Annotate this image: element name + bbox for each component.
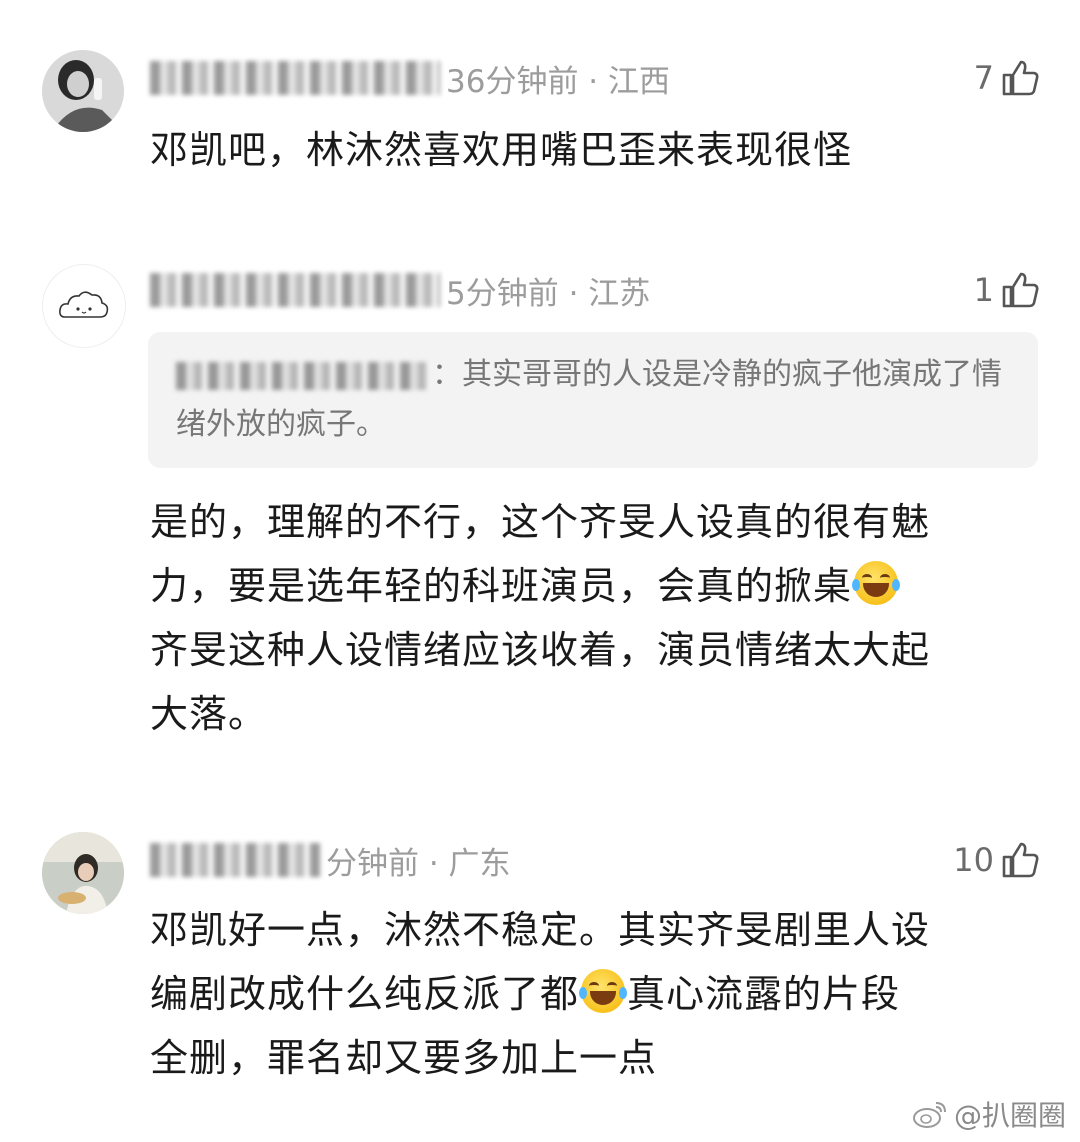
quoted-username-blurred [176, 361, 426, 390]
like-button[interactable]: 7 [974, 56, 1040, 100]
comment-line: 力，要是选年轻的科班演员，会真的掀桌 [150, 554, 1028, 618]
username-blurred[interactable] [150, 273, 440, 307]
watermark-text: @扒圈圈 [953, 1099, 1066, 1132]
avatar[interactable] [42, 50, 124, 132]
like-button[interactable]: 1 [974, 268, 1040, 312]
tears-of-joy-emoji [579, 969, 628, 1013]
like-count: 10 [953, 841, 994, 879]
comment-line: 是的，理解的不行，这个齐旻人设真的很有魅 [150, 500, 931, 544]
avatar[interactable] [42, 264, 126, 348]
time-location: 5分钟前 · 江苏 [446, 275, 651, 312]
like-button[interactable]: 10 [953, 838, 1040, 882]
tears-of-joy-emoji [852, 561, 901, 605]
comment-line: 编剧改成什么纯反派了都 真心流露的片段 [150, 962, 1028, 1026]
comment-line: 邓凯好一点，沐然不稳定。其实齐旻剧里人设 [150, 908, 931, 952]
weibo-logo-icon [912, 1102, 946, 1128]
like-count: 7 [973, 59, 994, 97]
avatar[interactable] [42, 832, 124, 914]
time-location: 36分钟前 · 江西 [446, 63, 671, 100]
comment-line: 全删，罪名却又要多加上一点 [150, 1036, 658, 1080]
comment-meta: 分钟前 · 广东 [150, 840, 511, 882]
thumbs-up-icon [1002, 842, 1039, 878]
comment-meta: 5分钟前 · 江苏 [150, 270, 651, 312]
quoted-reply[interactable]: ：其实哥哥的人设是冷静的疯子他演成了情绪外放的疯子。 [148, 332, 1038, 468]
comment-line: 齐旻这种人设情绪应该收着，演员情绪太大起 [150, 628, 931, 672]
thumbs-up-icon [1002, 272, 1039, 308]
comment-meta: 36分钟前 · 江西 [150, 58, 671, 100]
watermark: @扒圈圈 [912, 1094, 1066, 1134]
thumbs-up-icon [1002, 60, 1039, 96]
username-blurred[interactable] [150, 61, 440, 95]
comment-text: 是的，理解的不行，这个齐旻人设真的很有魅 力，要是选年轻的科班演员，会真的掀桌 … [150, 490, 1028, 746]
comment-text: 邓凯好一点，沐然不稳定。其实齐旻剧里人设 编剧改成什么纯反派了都 真心流露的片段 … [150, 898, 1028, 1090]
username-blurred[interactable] [150, 843, 320, 877]
time-location: 分钟前 · 广东 [326, 845, 511, 882]
like-count: 1 [973, 271, 994, 309]
comment-text: 邓凯吧，林沐然喜欢用嘴巴歪来表现很怪 [150, 128, 853, 172]
quoted-reply-text: ：其实哥哥的人设是冷静的疯子他演成了情绪外放的疯子。 [176, 357, 1002, 442]
comment-line: 大落。 [150, 692, 268, 736]
